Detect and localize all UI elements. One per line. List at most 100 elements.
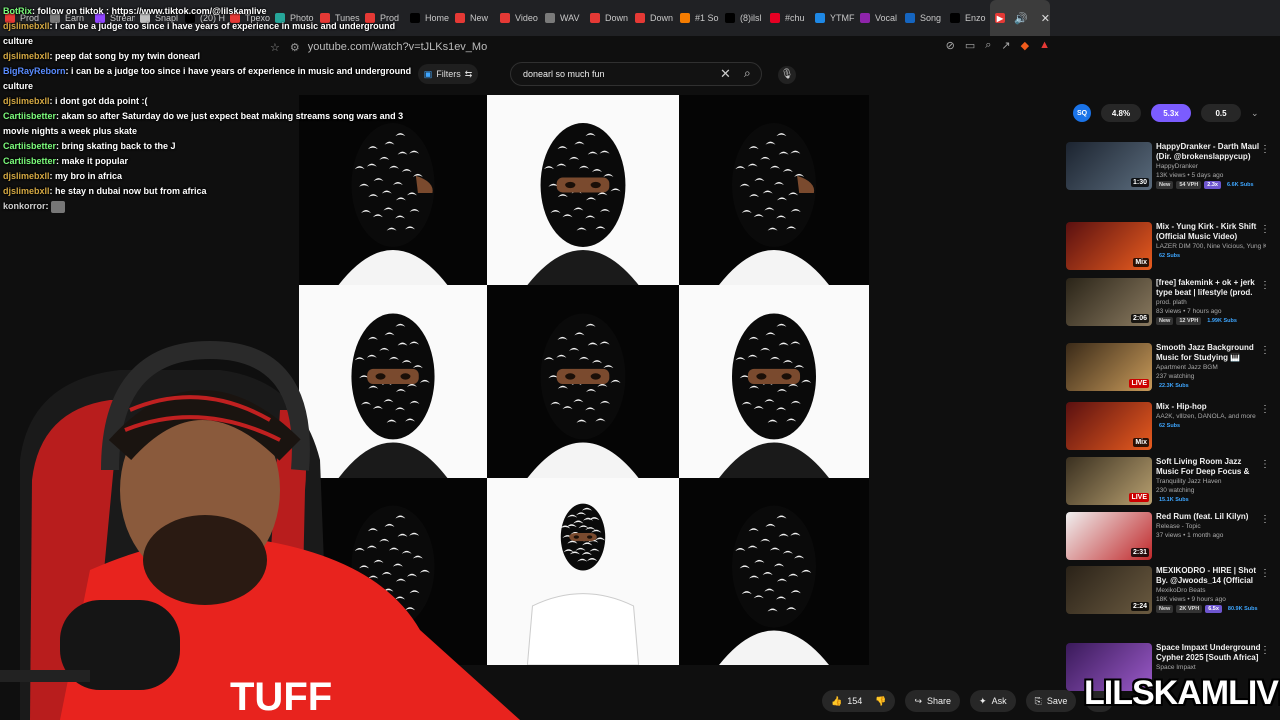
video-meta: Mix - Hip-hop AA2K, vlllzen, DANOLA, and … (1156, 402, 1266, 430)
share-button[interactable]: ↪ Share (905, 690, 961, 712)
recommended-video[interactable]: Mix Mix - Hip-hop AA2K, vlllzen, DANOLA, a… (1066, 402, 1276, 458)
video-thumbnail[interactable]: Mix (1066, 402, 1152, 450)
video-title[interactable]: Mix - Yung Kirk - Kirk Shift (Official M… (1156, 222, 1266, 242)
metric-badge: New (1156, 181, 1174, 189)
duration-badge: 2:31 (1130, 548, 1149, 557)
channel-name[interactable]: Space Impaxt (1156, 663, 1266, 672)
recommended-video[interactable]: 2:24 MEXIKODRO - HIRE | Shot By. @Jwoods_… (1066, 566, 1276, 622)
video-thumbnail[interactable]: Mix (1066, 222, 1152, 270)
chat-message: djslimebxll: i dont got dda point :( (3, 94, 423, 109)
zoom-icon[interactable]: ⌕ (985, 39, 991, 52)
recommended-video[interactable]: Mix Mix - Yung Kirk - Kirk Shift (Officia… (1066, 222, 1276, 278)
search-icon[interactable]: ⌕ (744, 66, 751, 81)
tab-favicon-icon (500, 13, 510, 23)
clear-search-icon[interactable]: ✕ (720, 66, 731, 82)
close-tab-icon[interactable]: ✕ (1041, 12, 1050, 25)
video-thumbnail[interactable]: 1:30 (1066, 142, 1152, 190)
active-browser-tab[interactable]: ▶ 🔊 ✕ (990, 0, 1050, 36)
recommended-video[interactable]: LIVE Soft Living Room Jazz Music For Deep… (1066, 457, 1276, 513)
more-options-icon[interactable]: ⋮ (1260, 568, 1270, 579)
metric-chip[interactable]: 4.8% (1101, 104, 1141, 122)
more-options-icon[interactable]: ⋮ (1260, 645, 1270, 656)
thumbs-down-icon[interactable]: 👎 (875, 696, 886, 707)
more-options-icon[interactable]: ⋮ (1260, 514, 1270, 525)
browser-tab[interactable]: WAV (540, 0, 585, 36)
channel-name[interactable]: Tranquility Jazz Haven (1156, 477, 1266, 486)
video-meta: Smooth Jazz Background Music for Studyin… (1156, 343, 1266, 390)
brave-shield-icon[interactable]: ◆ (1021, 39, 1029, 52)
chevron-down-icon[interactable]: ⌄ (1251, 108, 1259, 119)
more-options-icon[interactable]: ⋮ (1260, 224, 1270, 235)
video-title[interactable]: HappyDranker - Darth Maul (Dir. @brokens… (1156, 142, 1266, 162)
video-title[interactable]: Soft Living Room Jazz Music For Deep Foc… (1156, 457, 1266, 477)
tab-favicon-icon (770, 13, 780, 23)
vidiq-logo-icon[interactable]: SQ (1073, 104, 1091, 122)
browser-tab[interactable]: Down (630, 0, 675, 36)
browser-tab[interactable]: Vocal (855, 0, 900, 36)
channel-name[interactable]: MexikoDro Beats (1156, 586, 1266, 595)
tab-label: Vocal (875, 13, 898, 23)
video-title[interactable]: Mix - Hip-hop (1156, 402, 1266, 412)
video-title[interactable]: Space Impaxt Underground Cypher 2025 [So… (1156, 643, 1266, 663)
like-button[interactable]: 👍 154 👎 (822, 690, 896, 712)
extensions-icon[interactable]: ▲ (1039, 39, 1050, 52)
channel-name[interactable]: Release - Topic (1156, 522, 1266, 531)
browser-tab[interactable]: Down (585, 0, 630, 36)
microphone-icon[interactable]: 🎙 (778, 66, 796, 84)
video-thumbnail[interactable]: 2:31 (1066, 512, 1152, 560)
browser-tab[interactable]: #chu (765, 0, 810, 36)
video-title[interactable]: Smooth Jazz Background Music for Studyin… (1156, 343, 1266, 363)
browser-tab[interactable]: Video (495, 0, 540, 36)
metric-badge: 2K VPH (1176, 605, 1203, 613)
video-thumbnail[interactable]: 2:06 (1066, 278, 1152, 326)
more-options-icon[interactable]: ⋮ (1260, 345, 1270, 356)
share-icon[interactable]: ↗ (1001, 39, 1010, 52)
metric-badge: New (1156, 605, 1174, 613)
filters-label: Filters (436, 69, 461, 79)
recommended-video[interactable]: 2:06 [free] fakemink + ok + jerk type bea… (1066, 278, 1276, 334)
recommended-video[interactable]: 1:30 HappyDranker - Darth Maul (Dir. @bro… (1066, 142, 1276, 198)
tab-favicon-icon (455, 13, 465, 23)
video-title[interactable]: Red Rum (feat. Lil Kilyn) (1156, 512, 1266, 522)
channel-name[interactable]: HappyDranker (1156, 162, 1266, 171)
thumbs-up-icon: 👍 (831, 695, 843, 706)
tab-label: Enzo (965, 13, 986, 23)
metric-chip[interactable]: 0.5 (1201, 104, 1241, 122)
browser-tab[interactable]: Song (900, 0, 945, 36)
chat-text: : i dont got dda point :( (49, 96, 148, 106)
channel-name[interactable]: prod. plath (1156, 298, 1266, 307)
channel-name[interactable]: AA2K, vlllzen, DANOLA, and more (1156, 412, 1266, 421)
browser-tab[interactable]: New (450, 0, 495, 36)
browser-tab[interactable]: #1 So (675, 0, 720, 36)
more-options-icon[interactable]: ⋮ (1260, 459, 1270, 470)
channel-name[interactable]: Apartment Jazz BGM (1156, 363, 1266, 372)
video-thumbnail[interactable]: LIVE (1066, 457, 1152, 505)
more-options-icon[interactable]: ⋮ (1260, 280, 1270, 291)
video-meta: HappyDranker - Darth Maul (Dir. @brokens… (1156, 142, 1266, 189)
browser-tab[interactable]: YTMF (810, 0, 855, 36)
more-options-icon[interactable]: ⋮ (1260, 404, 1270, 415)
chat-username: konkorror (3, 201, 46, 211)
video-thumbnail[interactable]: LIVE (1066, 343, 1152, 391)
channel-name[interactable]: LAZER DIM 700, Nine Vicious, Yung Kirk,.… (1156, 242, 1266, 251)
tab-favicon-icon (680, 13, 690, 23)
duration-badge: 2:24 (1130, 602, 1149, 611)
tab-label: Song (920, 13, 942, 23)
more-options-icon[interactable]: ⋮ (1260, 144, 1270, 155)
browser-tab[interactable]: Enzo (945, 0, 990, 36)
chat-message: djslimebxll: he stay n dubai now but fro… (3, 184, 423, 199)
recommended-video[interactable]: LIVE Smooth Jazz Background Music for Stu… (1066, 343, 1276, 399)
audio-icon[interactable]: 🔊 (1014, 12, 1028, 25)
video-thumbnail[interactable]: 2:24 (1066, 566, 1152, 614)
video-title[interactable]: MEXIKODRO - HIRE | Shot By. @Jwoods_14 (… (1156, 566, 1266, 586)
metric-chip[interactable]: 5.3x (1151, 104, 1191, 122)
filters-button[interactable]: ▣ Filters ⇆ (418, 64, 478, 84)
recommended-video[interactable]: 2:31 Red Rum (feat. Lil Kilyn) Release - T… (1066, 512, 1276, 568)
video-title[interactable]: [free] fakemink + ok + jerk type beat | … (1156, 278, 1266, 298)
filter-icon: ▣ (423, 68, 433, 79)
ask-button[interactable]: ✦ Ask (970, 690, 1016, 712)
eye-off-icon[interactable]: ⊘ (946, 39, 955, 52)
chat-username: djslimebxll (3, 21, 50, 31)
browser-tab[interactable]: (8)ilsl (720, 0, 765, 36)
cast-icon[interactable]: ▭ (965, 39, 975, 52)
